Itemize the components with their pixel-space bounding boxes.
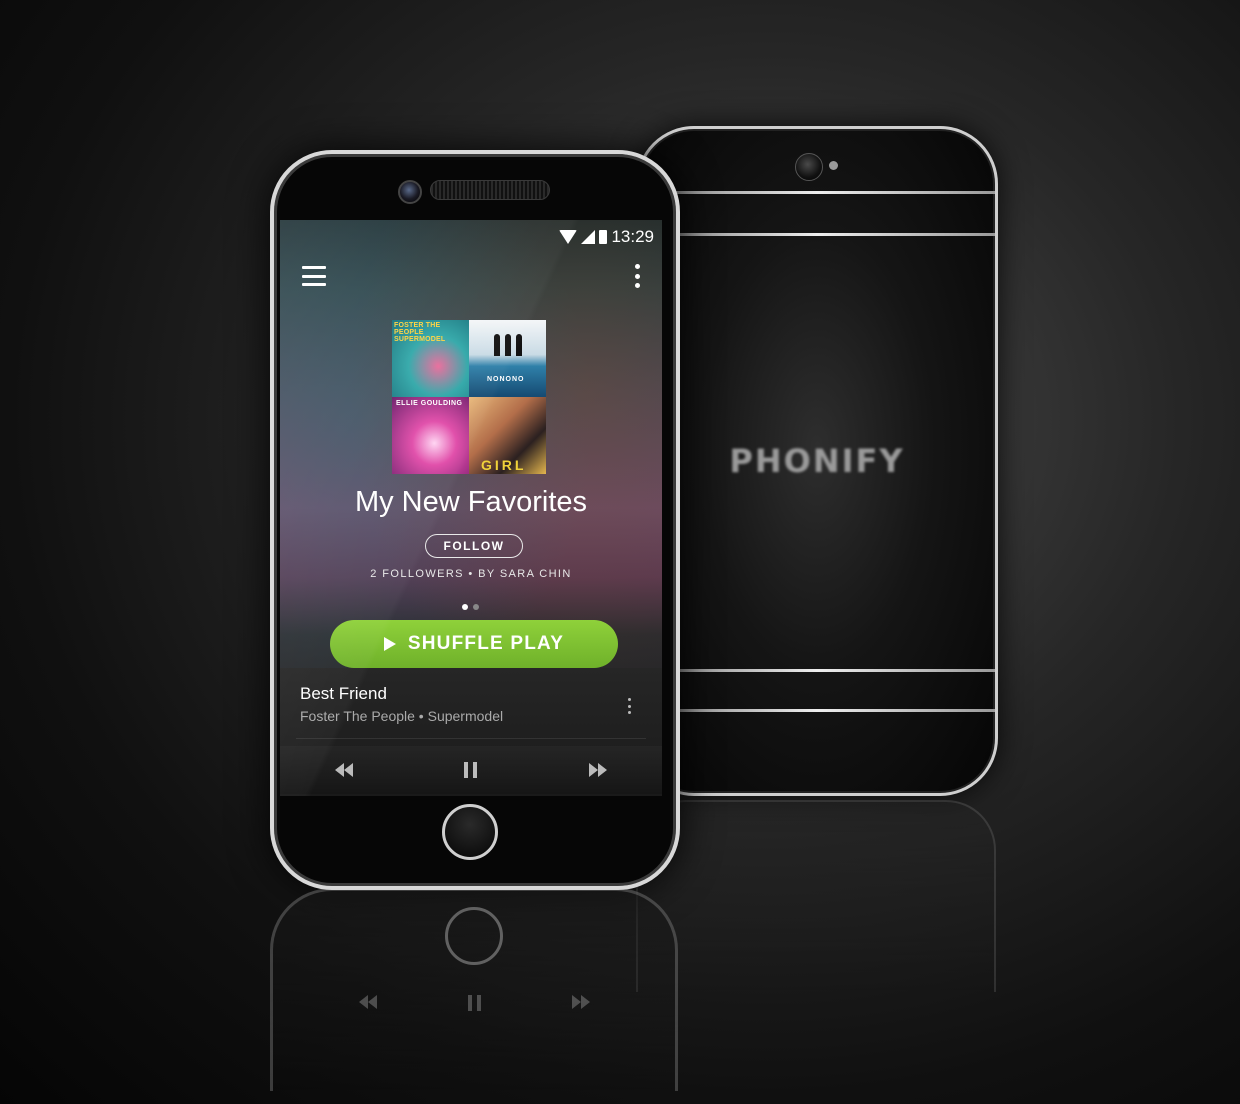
album-art: GIRL — [469, 397, 546, 474]
back-phone-reflection — [636, 800, 996, 992]
brand-logo: PHONIFY — [729, 442, 905, 480]
wifi-icon — [559, 230, 578, 244]
play-icon — [383, 637, 396, 651]
track-list: Best Friend Foster The People • Supermod… — [280, 668, 662, 796]
playlist-cover: FOSTER THE PEOPLE SUPERMODEL NONONO ELLI… — [392, 320, 546, 474]
player-controls — [280, 746, 662, 794]
rear-camera-icon — [795, 153, 823, 181]
rewind-button[interactable] — [324, 750, 364, 790]
album-art: NONONO — [469, 320, 546, 397]
home-button[interactable] — [442, 804, 498, 860]
album-art: ELLIE GOULDING — [392, 397, 469, 474]
earpiece-speaker — [430, 180, 550, 200]
divider — [296, 738, 646, 739]
back-band-top — [639, 191, 995, 194]
track-more-icon[interactable] — [628, 698, 632, 714]
track-title[interactable]: Best Friend — [300, 684, 387, 704]
battery-icon — [599, 230, 608, 244]
back-band-top-2 — [639, 233, 995, 236]
front-camera-icon — [398, 180, 422, 204]
playlist-title: My New Favorites — [354, 486, 588, 518]
signal-icon — [581, 230, 596, 244]
more-vert-icon[interactable] — [634, 264, 640, 288]
page-indicator — [462, 604, 479, 610]
back-band-bottom-2 — [639, 709, 995, 712]
fast-forward-icon — [589, 763, 608, 777]
fast-forward-button[interactable] — [578, 750, 618, 790]
front-phone-reflection — [270, 888, 678, 1091]
pause-icon — [464, 762, 478, 778]
follow-button[interactable]: FOLLOW — [425, 534, 523, 558]
back-band-bottom — [639, 669, 995, 672]
status-time: 13:29 — [611, 227, 654, 246]
track-subtitle: Foster The People • Supermodel — [300, 708, 504, 724]
playlist-meta: 2 FOLLOWERS • BY SARA CHIN — [370, 568, 572, 580]
pause-button[interactable] — [451, 750, 491, 790]
shuffle-play-button[interactable]: SHUFFLE PLAY — [330, 620, 618, 668]
front-phone: 13:29 FOSTER THE PEOPLE SUPERMODEL NONON… — [270, 150, 680, 890]
album-art: FOSTER THE PEOPLE SUPERMODEL — [392, 320, 469, 397]
flash-icon — [829, 161, 838, 170]
shuffle-play-label: SHUFFLE PLAY — [407, 633, 565, 654]
rewind-icon — [334, 763, 353, 777]
menu-icon[interactable] — [302, 266, 326, 286]
app-screen: 13:29 FOSTER THE PEOPLE SUPERMODEL NONON… — [280, 220, 662, 796]
back-phone: PHONIFY — [636, 126, 998, 796]
status-bar: 13:29 — [559, 226, 654, 248]
